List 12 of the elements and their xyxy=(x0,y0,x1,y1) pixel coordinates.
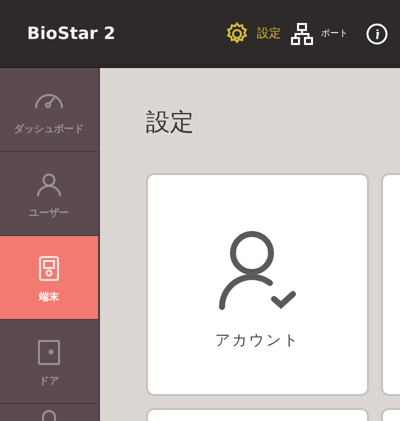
info-icon[interactable] xyxy=(366,22,388,44)
port-link[interactable]: ポート xyxy=(291,22,348,44)
settings-icon xyxy=(225,22,249,46)
page-title: 設定 xyxy=(146,107,194,138)
settings-card[interactable]: アカウント xyxy=(146,173,369,396)
settings-link[interactable]: 設定 xyxy=(225,22,281,46)
sidebar-item[interactable]: ドア xyxy=(0,320,98,404)
app-logo: BioStar 2 xyxy=(27,24,116,44)
sidebar-item[interactable]: 端末 xyxy=(0,236,98,320)
lock-icon xyxy=(42,410,56,421)
sidebar-item[interactable]: ダッシュボード xyxy=(0,68,98,152)
network-icon xyxy=(291,22,313,44)
